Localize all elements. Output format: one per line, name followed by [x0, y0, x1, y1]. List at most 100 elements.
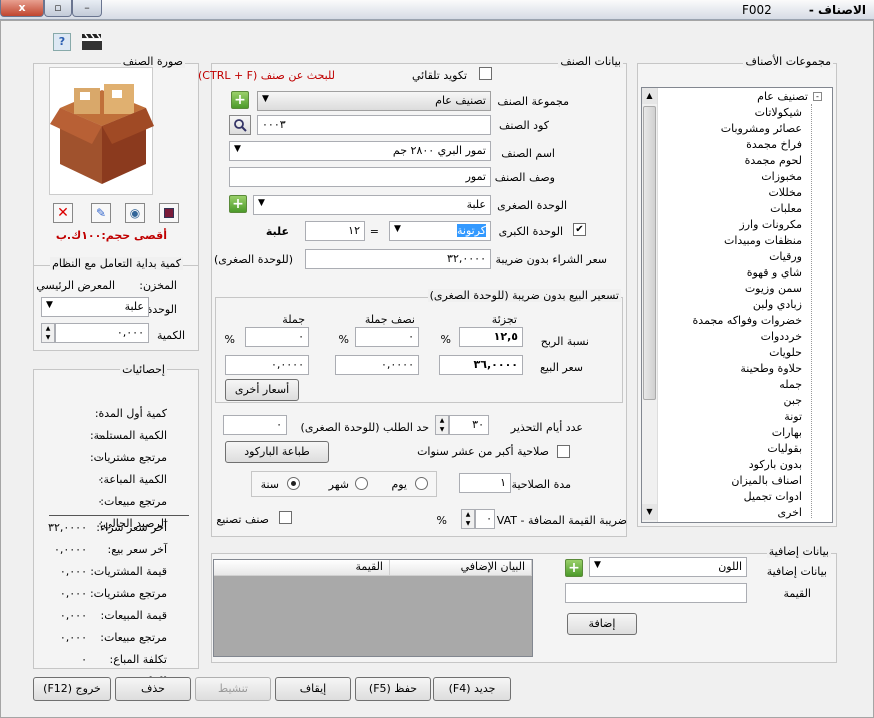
groups-tree[interactable]: ▲ ▼ - تصنيف عام شيكولاتات عصائر ومشروبات ف…: [641, 87, 833, 523]
tree-item[interactable]: معلبات: [770, 202, 802, 218]
other-prices-button[interactable]: أسعار أخرى: [225, 379, 299, 401]
tree-item[interactable]: تونة: [784, 410, 802, 426]
margin-wholesale-input[interactable]: ٠: [245, 327, 309, 347]
stat2-label: قيمة المشتريات:: [90, 565, 167, 578]
tree-root[interactable]: تصنيف عام: [757, 90, 808, 106]
extra-combo[interactable]: ▼ اللون: [589, 557, 747, 577]
stat-label: كمية أول المدة:: [94, 407, 167, 420]
tree-item[interactable]: شاي و قهوة: [747, 266, 802, 282]
warn-days-input[interactable]: ٣٠: [449, 415, 489, 435]
scroll-thumb[interactable]: [643, 106, 656, 400]
grid-header-value[interactable]: القيمة: [214, 560, 390, 576]
tree-item[interactable]: خضروات وفواكه مجمدة: [693, 314, 802, 330]
tree-item[interactable]: عصائر ومشروبات: [721, 122, 802, 138]
tree-item[interactable]: ادوات تجميل: [744, 490, 802, 506]
tree-item[interactable]: حلويات: [769, 346, 802, 362]
print-barcode-button[interactable]: طباعة الباركود: [225, 441, 329, 463]
factor-input[interactable]: ١٢: [305, 221, 365, 241]
margin-retail-input[interactable]: ١٢,٥: [459, 327, 523, 347]
maximize-window-button[interactable]: ▫: [44, 0, 72, 17]
new-button[interactable]: جديد (F4): [433, 677, 511, 701]
tree-scrollbar[interactable]: ▲ ▼: [642, 88, 658, 522]
vat-spinner[interactable]: ▲ ▼: [461, 509, 475, 529]
price-wholesale-input[interactable]: ٠,٠٠٠٠: [225, 355, 309, 375]
stat2-label: مرتجع مبيعات:: [100, 631, 167, 644]
expiry10-checkbox[interactable]: [557, 445, 570, 458]
radio-day[interactable]: [415, 477, 428, 490]
delete-image-icon[interactable]: ✕: [53, 203, 73, 223]
tree-item[interactable]: منظفات ومبيدات: [724, 234, 802, 250]
tree-item[interactable]: بدون باركود: [749, 458, 802, 474]
store-label: المخزن:: [139, 279, 177, 292]
grid-header-extra[interactable]: البيان الإضافي: [390, 560, 532, 576]
purchase-unit: (للوحدة الصغرى): [213, 253, 293, 266]
tree-item[interactable]: سمن وزيوت: [745, 282, 802, 298]
vat-input[interactable]: ٠: [475, 509, 495, 529]
tree-item[interactable]: اخرى: [777, 506, 802, 522]
qty-spinner[interactable]: ▲ ▼: [41, 323, 55, 343]
margin-half-input[interactable]: ٠: [355, 327, 419, 347]
qty-input[interactable]: ٠,٠٠٠: [55, 323, 149, 343]
add-group-button[interactable]: +: [231, 91, 249, 109]
exit-button[interactable]: خروج (F12): [33, 677, 111, 701]
tree-item[interactable]: حلاوة وطحينة: [740, 362, 802, 378]
extra-grid[interactable]: القيمة البيان الإضافي: [213, 559, 533, 657]
add-extra-button[interactable]: إضافة: [567, 613, 637, 635]
add-unit-button[interactable]: +: [229, 195, 247, 213]
search-icon[interactable]: [229, 115, 251, 135]
price-retail-input[interactable]: ٣٦,٠٠٠٠: [439, 355, 523, 375]
reorder-input[interactable]: ٠: [223, 415, 287, 435]
small-unit-combo[interactable]: ▼ علبة: [253, 195, 491, 215]
radio-year[interactable]: [287, 477, 300, 490]
manufactured-checkbox[interactable]: [279, 511, 292, 524]
price-half-input[interactable]: ٠,٠٠٠٠: [335, 355, 419, 375]
radio-month[interactable]: [355, 477, 368, 490]
stop-button[interactable]: إيقاف: [275, 677, 351, 701]
tree-item[interactable]: مخبوزات: [761, 170, 802, 186]
opening-unit-combo[interactable]: ▼ علبة: [41, 297, 149, 317]
save-image-icon[interactable]: [159, 203, 179, 223]
extra-label: بيانات إضافية: [766, 565, 827, 578]
desc-input[interactable]: تمور: [229, 167, 491, 187]
tree-item[interactable]: فراخ مجمدة: [746, 138, 802, 154]
close-window-button[interactable]: x: [0, 0, 44, 17]
delete-button[interactable]: حذف: [115, 677, 191, 701]
warn-days-spinner[interactable]: ▲ ▼: [435, 415, 449, 435]
stat2-value: ٠: [81, 653, 87, 666]
tree-item[interactable]: بهارات: [772, 426, 802, 442]
tree-item[interactable]: لحوم مجمدة: [745, 154, 802, 170]
extra-value-input[interactable]: [565, 583, 747, 603]
help-icon[interactable]: ?: [53, 33, 71, 51]
activate-button[interactable]: تنشيط: [195, 677, 271, 701]
tree-item[interactable]: ورقيات: [769, 250, 802, 266]
tree-item[interactable]: بقوليات: [767, 442, 802, 458]
tree-item[interactable]: جمله: [779, 378, 802, 394]
tree-item[interactable]: شيكولاتات: [755, 106, 802, 122]
tree-item[interactable]: خرددوات: [761, 330, 802, 346]
big-unit-combo[interactable]: ▼ كرتونة: [389, 221, 491, 241]
scroll-down-icon[interactable]: ▼: [642, 504, 657, 520]
factor-unit: علبة: [265, 225, 289, 238]
tree-collapse-icon[interactable]: -: [813, 92, 822, 101]
scroll-up-icon[interactable]: ▲: [642, 88, 657, 104]
edit-image-icon[interactable]: ✎: [91, 203, 111, 223]
tree-item[interactable]: مخللات: [768, 186, 802, 202]
add-extra-type-button[interactable]: +: [565, 559, 583, 577]
expiry-input[interactable]: ١: [459, 473, 511, 493]
clapperboard-icon[interactable]: [81, 33, 103, 51]
big-unit-checkbox[interactable]: ✔: [573, 223, 586, 236]
code-input[interactable]: ٠٠٠٣: [257, 115, 491, 135]
group-combo[interactable]: ▼ تصنيف عام: [257, 91, 491, 111]
stat2-label: تكلفة المباع:: [109, 653, 167, 666]
tree-item[interactable]: مكرونات وارز: [739, 218, 802, 234]
tree-item[interactable]: زبادي ولبن: [753, 298, 802, 314]
camera-icon[interactable]: ◉: [125, 203, 145, 223]
minimize-window-button[interactable]: –: [72, 0, 102, 17]
item-image[interactable]: [49, 67, 154, 195]
auto-code-checkbox[interactable]: [479, 67, 492, 80]
purchase-input[interactable]: ٣٢,٠٠٠٠: [305, 249, 491, 269]
name-combo[interactable]: ▼ تمور البري ٢٨٠٠ جم: [229, 141, 491, 161]
tree-item[interactable]: جبن: [784, 394, 803, 410]
save-button[interactable]: حفظ (F5): [355, 677, 431, 701]
tree-item[interactable]: اصناف بالميزان: [731, 474, 802, 490]
